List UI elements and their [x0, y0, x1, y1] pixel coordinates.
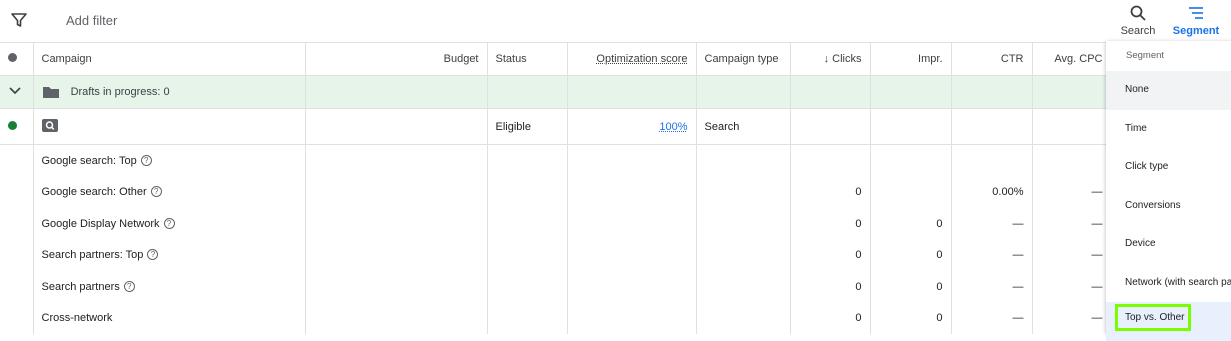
segment-row-label: Search partners: Top [41, 249, 144, 262]
header-avg-cpc[interactable]: Avg. CPC [1032, 43, 1112, 76]
segment-label-cell: Cross-network [33, 302, 306, 334]
segment-row-label: Google search: Top [41, 154, 137, 167]
segment-row: Search partners? 0 0 — — [0, 271, 1231, 303]
table-header-row: Campaign Budget Status Optimization scor… [0, 43, 1231, 76]
segment-option-top-vs-other-label: Top vs. Other [1115, 304, 1191, 331]
help-icon[interactable]: ? [163, 217, 175, 229]
segment-menu-header: Segment [1126, 50, 1165, 61]
enabled-dot-icon [8, 120, 17, 130]
ctr-value: — [951, 271, 1033, 303]
avg-cpc-value: — [1032, 208, 1112, 240]
header-optimization-score[interactable]: Optimization score [567, 43, 697, 76]
segment-icon [1189, 7, 1203, 19]
status-dot-icon [8, 53, 17, 62]
segment-label: Segment [1172, 25, 1220, 37]
ctr-value: — [951, 302, 1033, 334]
header-ctr[interactable]: CTR [951, 43, 1033, 76]
help-icon[interactable]: ? [150, 186, 162, 198]
segment-label-cell: Search partners? [33, 271, 306, 303]
impr-value: 0 [870, 271, 952, 303]
segment-label-cell: Google search: Other? [33, 176, 306, 208]
optimization-score-link[interactable]: 100% [659, 121, 687, 133]
header-status[interactable]: Status [487, 43, 568, 76]
ctr-value: 0.00% [951, 176, 1033, 208]
clicks-value: 0 [790, 302, 871, 334]
segment-row: Cross-network 0 0 — — [0, 302, 1231, 334]
header-status-dot[interactable] [0, 43, 34, 76]
clicks-value: 0 [790, 271, 871, 303]
segment-row-label: Google search: Other [41, 186, 147, 199]
campaign-status: Eligible [487, 108, 568, 145]
impr-value: 0 [870, 239, 952, 271]
chevron-down-icon[interactable] [8, 86, 22, 96]
campaign-name-cell[interactable] [33, 108, 306, 145]
folder-icon [42, 87, 59, 98]
segment-row: Google Display Network? 0 0 — — [0, 208, 1231, 240]
clicks-value: 0 [790, 208, 871, 240]
campaign-table: Campaign Budget Status Optimization scor… [0, 43, 1231, 334]
segment-option-time[interactable]: Time [1106, 110, 1231, 149]
segment-label-cell: Google search: Top? [33, 144, 306, 177]
segment-option-top-vs-other[interactable]: Top vs. Other [1106, 302, 1231, 341]
optimization-score-cell: 100% [567, 108, 697, 145]
avg-cpc-value: — [1032, 302, 1112, 334]
expand-cell[interactable] [0, 75, 34, 109]
clicks-value: 0 [790, 176, 871, 208]
search-icon [1130, 5, 1146, 21]
ctr-value: — [951, 239, 1033, 271]
header-campaign-type[interactable]: Campaign type [696, 43, 791, 76]
help-icon[interactable]: ? [147, 249, 159, 261]
drafts-label: Drafts in progress: 0 [70, 86, 170, 98]
avg-cpc-value: — [1032, 176, 1112, 208]
segment-row-label: Search partners [41, 280, 120, 293]
campaign-status-dot-cell [0, 108, 34, 145]
header-optimization-score-label: Optimization score [596, 53, 688, 65]
header-impr[interactable]: Impr. [870, 43, 952, 76]
drafts-row[interactable]: Drafts in progress: 0 [0, 75, 1231, 109]
segment-option-network[interactable]: Network (with search partners) [1106, 264, 1231, 303]
search-campaign-icon [41, 118, 58, 132]
avg-cpc-value: — [1032, 271, 1112, 303]
header-campaign[interactable]: Campaign [33, 43, 306, 76]
budget-cell [305, 108, 488, 145]
drafts-cell: Drafts in progress: 0 [33, 75, 306, 109]
header-budget[interactable]: Budget [305, 43, 488, 76]
ctr-value: — [951, 208, 1033, 240]
segment-label-cell: Google Display Network? [33, 208, 306, 240]
toolbar: Add filter Search Segment [0, 0, 1231, 43]
segment-row: Search partners: Top? 0 0 — — [0, 239, 1231, 271]
segment-option-device[interactable]: Device [1106, 225, 1231, 264]
avg-cpc-value [1032, 144, 1112, 177]
segment-option-none[interactable]: None [1106, 71, 1231, 110]
campaign-type: Search [696, 108, 791, 145]
campaign-row[interactable]: Eligible 100% Search [0, 108, 1231, 145]
search-label: Search [1120, 25, 1156, 37]
clicks-value: 0 [790, 239, 871, 271]
segment-row-label: Cross-network [41, 312, 113, 325]
impr-value [870, 176, 952, 208]
impr-value: 0 [870, 302, 952, 334]
segment-option-click-type[interactable]: Click type [1106, 148, 1231, 187]
segment-dropdown: Segment None Time Click type Conversions… [1106, 41, 1231, 341]
header-clicks[interactable]: ↓ Clicks [790, 43, 871, 76]
impr-value: 0 [870, 208, 952, 240]
ctr-value [951, 144, 1033, 177]
segment-button[interactable]: Segment [1172, 4, 1220, 40]
segment-label-cell: Search partners: Top? [33, 239, 306, 271]
add-filter-button[interactable]: Add filter [66, 13, 117, 28]
filter-icon[interactable] [10, 11, 28, 29]
segment-row-label: Google Display Network [41, 217, 160, 230]
impr-value [870, 144, 952, 177]
search-button[interactable]: Search [1116, 4, 1160, 40]
segment-row: Google search: Other? 0 0.00% — [0, 176, 1231, 208]
clicks-value [790, 144, 871, 177]
avg-cpc-value: — [1032, 239, 1112, 271]
help-icon[interactable]: ? [140, 154, 152, 166]
segment-row: Google search: Top? [0, 144, 1231, 177]
help-icon[interactable]: ? [123, 280, 135, 292]
segment-option-conversions[interactable]: Conversions [1106, 187, 1231, 226]
